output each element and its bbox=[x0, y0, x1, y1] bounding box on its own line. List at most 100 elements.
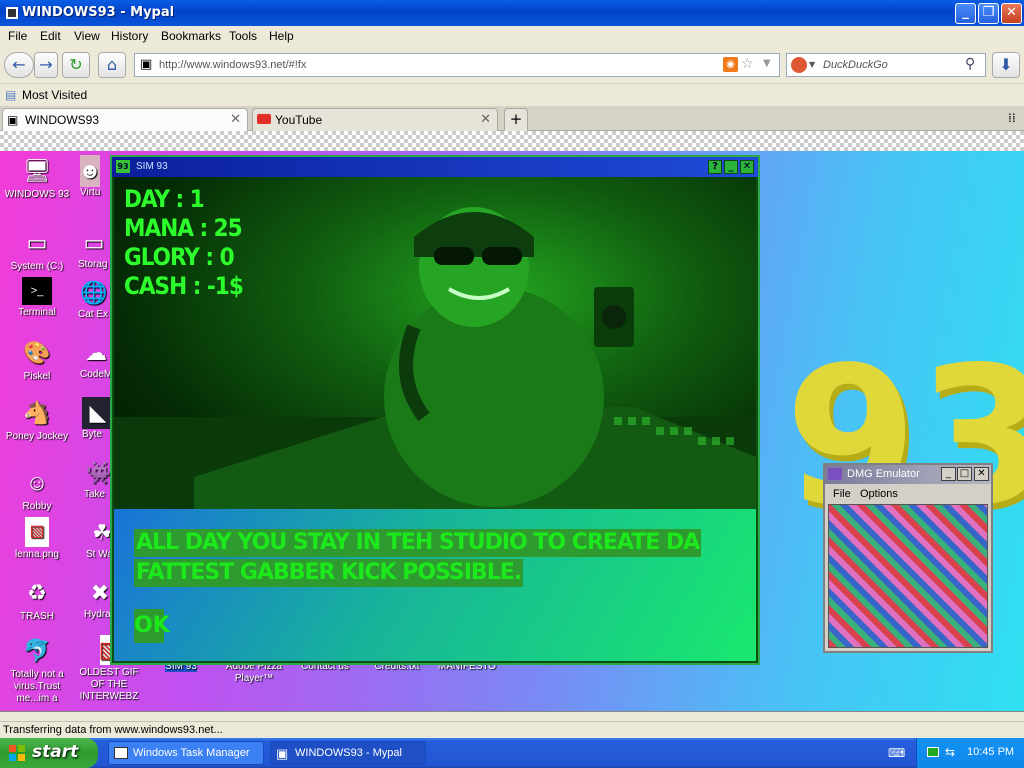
globe-icon: 🌐 bbox=[80, 280, 108, 305]
dmg-menu-file[interactable]: File bbox=[833, 488, 851, 500]
bookmarks-toolbar: ▤ Most Visited bbox=[0, 84, 1024, 106]
maximize-button[interactable]: □ bbox=[957, 467, 972, 481]
desktop-icon-system-c[interactable]: ▭ System (C:) bbox=[0, 227, 74, 273]
minimize-button[interactable]: _ bbox=[955, 3, 976, 24]
search-icon[interactable]: ⚲ bbox=[965, 56, 975, 72]
menu-edit[interactable]: Edit bbox=[40, 29, 61, 43]
close-button[interactable]: ✕ bbox=[974, 467, 989, 481]
dmg-title: DMG Emulator bbox=[847, 468, 920, 480]
close-button[interactable]: ✕ bbox=[740, 160, 754, 174]
desktop-icon-piskel[interactable]: 🎨 Piskel bbox=[0, 337, 74, 383]
monitor-tray-icon[interactable] bbox=[927, 747, 939, 757]
search-engine-dropdown-icon[interactable]: ▼ bbox=[809, 60, 815, 69]
face-icon: ☻ bbox=[78, 155, 102, 187]
app-icon bbox=[6, 7, 18, 19]
page-bottom-strip bbox=[0, 711, 1024, 721]
stick-figure-icon: ☺ bbox=[25, 470, 49, 495]
help-button[interactable]: ? bbox=[708, 160, 722, 174]
taskbar-mypal[interactable]: ▣ WINDOWS93 - Mypal bbox=[270, 741, 426, 765]
pony-icon: 🐴 bbox=[23, 400, 51, 425]
desktop-icon-poney-jockey[interactable]: 🐴 Poney Jockey bbox=[0, 397, 74, 443]
story-panel: ALL DAY YOU STAY IN TEH STUDIO TO CREATE… bbox=[114, 509, 756, 661]
sim93-window[interactable]: 93 SIM 93 ? _ ✕ DAY : 1 MANA : 25 GLORY … bbox=[110, 155, 760, 665]
browser-title-bar[interactable]: WINDOWS93 - Mypal _ ❐ ✕ bbox=[0, 0, 1024, 26]
system-tray: ⇆ 10:45 PM bbox=[916, 738, 1024, 768]
desktop-icon-robby[interactable]: ☺ Robby bbox=[0, 467, 74, 513]
reload-button[interactable]: ↻ bbox=[62, 52, 90, 78]
tab-label: WINDOWS93 bbox=[25, 113, 100, 127]
task-manager-icon bbox=[114, 747, 128, 759]
close-button[interactable]: ✕ bbox=[1001, 3, 1022, 24]
tab-label: YouTube bbox=[275, 113, 323, 127]
maximize-button[interactable]: ❐ bbox=[978, 3, 999, 24]
tab-youtube[interactable]: YouTube ✕ bbox=[252, 108, 498, 131]
windows-flag-icon bbox=[9, 745, 25, 761]
tab-list-icon[interactable]: ⁞⁞ bbox=[1008, 111, 1016, 125]
dmg-title-bar[interactable]: DMG Emulator _ □ ✕ bbox=[825, 465, 991, 484]
stat-mana: MANA : 25 bbox=[124, 214, 243, 242]
palette-icon: 🎨 bbox=[23, 340, 51, 365]
menu-history[interactable]: History bbox=[111, 29, 148, 43]
trash-icon: ♻ bbox=[27, 580, 47, 605]
minimize-button[interactable]: _ bbox=[724, 160, 738, 174]
close-tab-icon[interactable]: ✕ bbox=[230, 112, 241, 127]
navigation-toolbar: ← → ↻ ⌂ ▣ http://www.windows93.net/#!fx … bbox=[0, 46, 1024, 84]
bookmark-most-visited[interactable]: Most Visited bbox=[22, 88, 87, 102]
image-file-icon: ▧ bbox=[25, 517, 49, 547]
site-identity-icon: ▣ bbox=[140, 57, 153, 72]
downloads-button[interactable]: ⬇ bbox=[992, 52, 1020, 78]
forward-button[interactable]: → bbox=[34, 52, 58, 78]
start-button[interactable]: start bbox=[0, 738, 98, 768]
stat-day: DAY : 1 bbox=[124, 185, 205, 213]
dmg-emulator-window[interactable]: DMG Emulator _ □ ✕ File Options bbox=[823, 463, 993, 653]
network-tray-icon[interactable]: ⇆ bbox=[945, 745, 955, 759]
mypal-icon: ▣ bbox=[276, 746, 289, 761]
status-bar: Transferring data from www.windows93.net… bbox=[0, 721, 1024, 738]
story-text-line1: ALL DAY YOU STAY IN TEH STUDIO TO CREATE… bbox=[134, 529, 702, 557]
windows93-favicon-icon: ▣ bbox=[7, 113, 19, 127]
url-text: http://www.windows93.net/#!fx bbox=[159, 59, 307, 71]
desktop-icon-trash[interactable]: ♻ TRASH bbox=[0, 577, 74, 623]
sim93-app-icon: 93 bbox=[116, 160, 130, 173]
back-button[interactable]: ← bbox=[4, 52, 34, 78]
menu-help[interactable]: Help bbox=[269, 29, 294, 43]
computer-icon: 🖥 bbox=[23, 158, 51, 183]
tab-windows93[interactable]: ▣ WINDOWS93 ✕ bbox=[2, 108, 248, 131]
emulator-screen[interactable] bbox=[828, 504, 988, 648]
new-tab-button[interactable]: + bbox=[504, 108, 528, 131]
url-bar[interactable]: ▣ http://www.windows93.net/#!fx ◉ ☆ ▼ bbox=[134, 53, 780, 77]
sim93-title: SIM 93 bbox=[136, 161, 168, 172]
minimize-button[interactable]: _ bbox=[941, 467, 956, 481]
search-input: DuckDuckGo bbox=[823, 59, 888, 71]
start-label: start bbox=[32, 742, 79, 762]
url-dropdown-icon[interactable]: ▼ bbox=[763, 58, 771, 69]
desktop-icon-terminal[interactable]: >_ Terminal bbox=[0, 277, 74, 319]
ok-button[interactable]: OK bbox=[134, 609, 170, 643]
bookmark-folder-icon: ▤ bbox=[5, 88, 17, 102]
drive-icon: ▭ bbox=[26, 230, 48, 255]
bookmark-star-icon[interactable]: ☆ bbox=[741, 56, 754, 72]
drive-icon: ▭ bbox=[83, 230, 105, 255]
duckduckgo-icon[interactable] bbox=[791, 57, 807, 73]
search-bar[interactable]: ▼ DuckDuckGo ⚲ bbox=[786, 53, 986, 77]
keyboard-icon[interactable]: ⌨ bbox=[888, 746, 905, 760]
menu-view[interactable]: View bbox=[74, 29, 100, 43]
desktop-icon-not-a-virus[interactable]: 🐬 Totally not a virus.Trust me...im a bbox=[0, 635, 74, 705]
status-text: Transferring data from www.windows93.net… bbox=[3, 724, 223, 736]
story-text-line2: FATTEST GABBER KICK POSSIBLE. bbox=[134, 559, 524, 587]
desktop-icon-windows93[interactable]: 🖥 WINDOWS 93 bbox=[0, 155, 74, 201]
rss-icon[interactable]: ◉ bbox=[723, 57, 738, 72]
close-tab-icon[interactable]: ✕ bbox=[480, 112, 491, 127]
stat-glory: GLORY : 0 bbox=[124, 243, 235, 271]
dolphin-icon: 🐬 bbox=[23, 638, 51, 663]
tab-strip: ▣ WINDOWS93 ✕ YouTube ✕ + ⁞⁞ bbox=[0, 106, 1024, 131]
menu-bookmarks[interactable]: Bookmarks bbox=[161, 29, 221, 43]
dmg-menu-options[interactable]: Options bbox=[860, 488, 898, 500]
desktop-icon-lenna[interactable]: ▧ lenna.png bbox=[0, 517, 74, 561]
sim93-title-bar[interactable]: 93 SIM 93 ? _ ✕ bbox=[112, 157, 758, 177]
home-button[interactable]: ⌂ bbox=[98, 52, 126, 78]
taskbar-task-manager[interactable]: Windows Task Manager bbox=[108, 741, 264, 765]
menu-tools[interactable]: Tools bbox=[229, 29, 257, 43]
menu-file[interactable]: File bbox=[8, 29, 27, 43]
youtube-favicon-icon bbox=[257, 114, 271, 124]
